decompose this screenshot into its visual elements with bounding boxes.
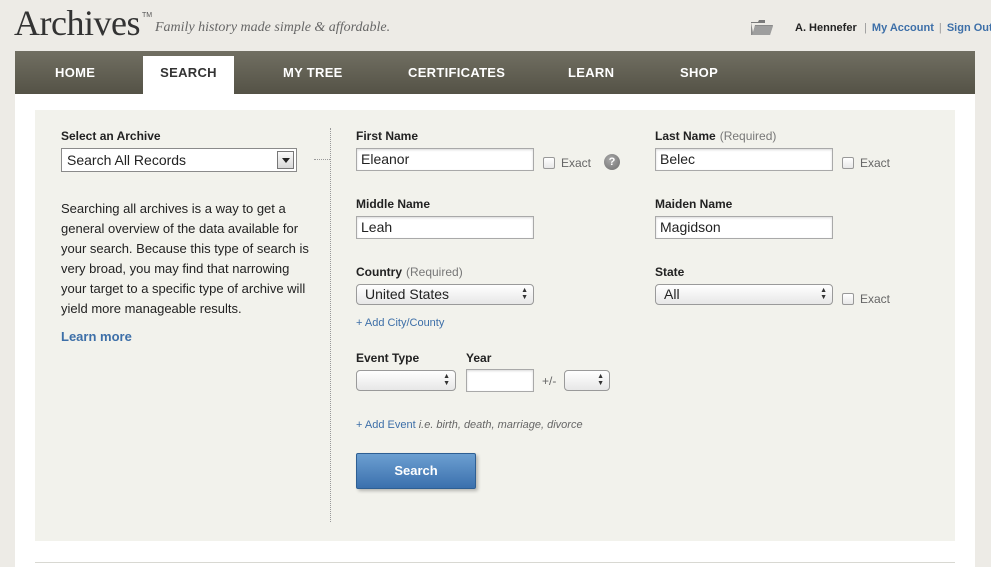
nav-shop[interactable]: SHOP	[680, 51, 718, 94]
nav-certificates[interactable]: CERTIFICATES	[408, 51, 505, 94]
first-name-exact-label: Exact	[561, 156, 592, 170]
add-event-link[interactable]: + Add Event i.e. birth, death, marriage,…	[356, 419, 583, 431]
plus-minus-label: +/-	[542, 374, 557, 388]
add-city-link[interactable]: + Add City/County	[356, 317, 444, 329]
maiden-name-label: Maiden Name	[655, 197, 733, 211]
middle-name-input[interactable]: Leah	[356, 216, 534, 239]
state-exact-label: Exact	[860, 292, 891, 306]
country-select-value: United States	[365, 286, 450, 302]
nav-my-tree[interactable]: MY TREE	[283, 51, 343, 94]
select-arrows-icon: ▲ ▼	[443, 373, 450, 387]
state-select-value: All	[664, 286, 680, 302]
country-label: Country (Required)	[356, 265, 463, 279]
search-button[interactable]: Search	[356, 453, 476, 489]
first-name-exact-checkbox[interactable]	[543, 157, 555, 169]
select-arrows-icon: ▲ ▼	[521, 287, 528, 301]
connector-line	[314, 159, 330, 160]
archive-description: Searching all archives is a way to get a…	[61, 201, 309, 316]
learn-more-link[interactable]: Learn more	[61, 329, 132, 344]
year-input[interactable]	[466, 369, 534, 392]
state-exact-checkbox[interactable]	[842, 293, 854, 305]
user-name: A. Hennefer	[795, 22, 857, 34]
nav-learn[interactable]: LEARN	[568, 51, 614, 94]
add-event-text[interactable]: + Add Event	[356, 419, 416, 431]
logo-trademark: TM	[142, 12, 153, 19]
last-name-label-text: Last Name	[655, 129, 716, 143]
year-label: Year	[466, 351, 492, 365]
event-type-label: Event Type	[356, 351, 420, 365]
chevron-down-icon[interactable]	[277, 151, 294, 169]
state-label: State	[655, 265, 685, 279]
archive-select[interactable]: Search All Records	[61, 148, 297, 172]
folder-icon[interactable]	[750, 19, 774, 36]
help-icon[interactable]: ?	[604, 154, 620, 170]
column-divider	[330, 128, 331, 522]
last-name-label: Last Name (Required)	[655, 129, 776, 143]
state-select[interactable]: All ▲ ▼	[655, 284, 833, 305]
add-event-hint: i.e. birth, death, marriage, divorce	[418, 419, 583, 431]
required-note: (Required)	[406, 265, 463, 279]
last-name-input[interactable]: Belec	[655, 148, 833, 171]
nav-search[interactable]: SEARCH	[143, 56, 234, 94]
logo[interactable]: Archives	[14, 2, 140, 44]
account-links: | My Account | Sign Out	[862, 22, 991, 34]
last-name-exact-label: Exact	[860, 156, 891, 170]
separator: |	[938, 22, 942, 34]
select-arrows-icon: ▲ ▼	[597, 373, 604, 387]
archive-select-value: Search All Records	[67, 152, 187, 168]
nav-home[interactable]: HOME	[55, 51, 95, 94]
main-nav: HOME SEARCH MY TREE CERTIFICATES LEARN S…	[15, 51, 975, 94]
event-type-select[interactable]: ▲ ▼	[356, 370, 456, 391]
middle-name-label: Middle Name	[356, 197, 431, 211]
country-label-text: Country	[356, 265, 402, 279]
tagline: Family history made simple & affordable.	[155, 20, 391, 35]
search-panel	[35, 110, 955, 541]
last-name-exact-checkbox[interactable]	[842, 157, 854, 169]
archive-label: Select an Archive	[61, 129, 161, 143]
sign-out-link[interactable]: Sign Out	[947, 22, 991, 34]
first-name-label: First Name	[356, 129, 419, 143]
year-range-select[interactable]: ▲ ▼	[564, 370, 610, 391]
select-arrows-icon: ▲ ▼	[820, 287, 827, 301]
bottom-divider	[35, 562, 955, 563]
required-note: (Required)	[719, 129, 777, 143]
separator: |	[864, 22, 867, 34]
country-select[interactable]: United States ▲ ▼	[356, 284, 534, 305]
first-name-input[interactable]: Eleanor	[356, 148, 534, 171]
maiden-name-input[interactable]: Magidson	[655, 216, 833, 239]
my-account-link[interactable]: My Account	[872, 22, 934, 34]
